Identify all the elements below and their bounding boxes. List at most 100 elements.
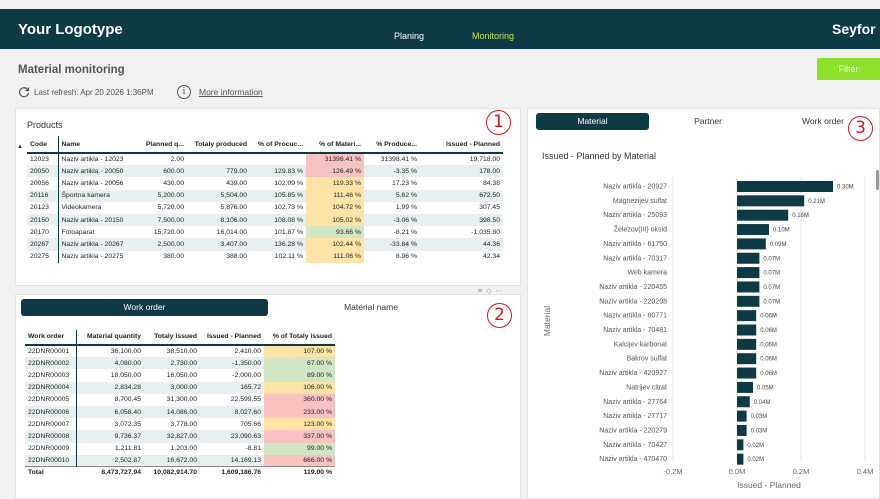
category-label: Naziv artikla - 61750 (603, 241, 667, 248)
table-row[interactable]: 20116 Športna kamera 5,200.00 5,504.00 105.8… (27, 189, 503, 202)
category-label: Magnezijev sulfat (613, 198, 667, 205)
tab-material-name[interactable]: Material name (316, 299, 426, 316)
col-header-pct-totaly-issued[interactable]: % of Totaly issued (264, 330, 335, 346)
bar (737, 396, 750, 408)
table-cell: -1,350.00 (200, 357, 264, 370)
table-cell: 89.00 % (264, 369, 335, 382)
data-label: 0.06M (760, 328, 777, 334)
chart-scrollbar[interactable] (876, 170, 879, 190)
table-row[interactable]: 20150 Naziv artikla - 20150 7,500.00 8,106.… (27, 213, 503, 227)
table-cell: 107.00 % (264, 345, 335, 358)
table-row[interactable]: 22DNR00002 4,080.00 2,730.00 -1,350.00 67.00… (25, 357, 335, 370)
table-cell: 8,700.45 (114, 396, 141, 404)
table-cell (187, 153, 250, 165)
col-header-pct-produce[interactable]: % Produce... (364, 136, 420, 154)
table-cell: 38,510.00 (166, 348, 197, 356)
table-row[interactable]: 20056 Naziv artikla - 20056 430.00 439.00 10… (27, 177, 503, 190)
filter-button[interactable]: Filter (817, 58, 880, 80)
products-table: Code Name Planned q... Totaly produced %… (27, 136, 503, 263)
table-row[interactable]: 22DNR00008 9,736.37 32,827.00 23,090.63 337.… (25, 430, 335, 443)
table-row[interactable]: 22DNR00001 36,100.00 38,510.00 2,410.00 107.… (25, 345, 335, 358)
tab-work-order[interactable]: Work order (21, 299, 268, 316)
col-header-issued-planned[interactable]: Issued - Planned (200, 330, 264, 346)
table-row[interactable]: 20123 Videokamera 5,720.00 5,876.00 102.73 %… (27, 201, 503, 214)
table-row[interactable]: 20267 Naziv artikla - 20267 2,500.00 3,407.… (27, 238, 503, 251)
table-cell: 104.72 % (306, 201, 364, 214)
data-label: 0.07M (763, 256, 780, 262)
table-cell: -1,035.80 (471, 228, 500, 236)
table-cell: 17.23 % (392, 179, 417, 187)
data-label: 0.06M (760, 314, 777, 320)
data-label: 0.16M (792, 213, 809, 219)
total-cell: Total (25, 466, 76, 478)
bar (737, 209, 789, 221)
sort-ascending-icon[interactable]: ▲ (17, 144, 23, 150)
data-label: 0.06M (760, 357, 777, 363)
table-cell: 20275 (27, 250, 59, 263)
table-cell: 7,500.00 (137, 213, 187, 227)
bar (737, 439, 744, 451)
table-row[interactable]: 22DNR00006 6,058.40 14,086.00 8,027.60 233.0… (25, 405, 335, 419)
table-cell: 8,027.60 (200, 405, 264, 419)
col-header-work-order[interactable]: Work order (25, 330, 77, 346)
nav-monitoring[interactable]: Monitoring (472, 31, 514, 41)
col-header-issued-planned[interactable]: Issued - Planned (420, 136, 503, 154)
table-cell: 6,058.40 (76, 405, 144, 419)
table-cell: 101.87 % (274, 228, 303, 236)
table-row[interactable]: 22DNR00007 3,072.35 3,778.00 705.66 123.00 % (25, 418, 335, 431)
table-cell: 9,736.37 (76, 430, 144, 443)
table-cell: 15,720.00 (153, 228, 184, 236)
table-row[interactable]: 12023 Naziv artikla - 12023 2.00 31398.41 %… (27, 153, 503, 166)
table-cell: -2,000.00 (232, 371, 261, 379)
col-header-material-quantity[interactable]: Material quantity (76, 330, 144, 346)
col-header-totaly-produced[interactable]: Totaly produced (187, 136, 250, 154)
total-cell: 10,082,914.70 (144, 466, 200, 478)
data-label: 0.10M (773, 228, 790, 234)
table-cell: 20116 (27, 189, 59, 202)
table-cell: Naziv artikla - 20056 (61, 179, 124, 187)
logo: Your Logotype (18, 21, 123, 38)
table-cell: 360.00 % (264, 393, 335, 406)
bar (737, 252, 760, 264)
col-header-code[interactable]: Code (27, 136, 59, 154)
table-row[interactable]: 20050 Naziv artikla - 20050 600.00 779.00 12… (27, 165, 503, 178)
table-row[interactable]: 20170 Fotoaparat 15,720.00 16,014.00 101.87 … (27, 226, 503, 239)
refresh-icon[interactable] (18, 86, 30, 98)
table-cell: 42.34 (482, 253, 500, 261)
table-cell: 14,086.00 (144, 405, 200, 419)
col-header-pct-material[interactable]: % of Materi... (306, 136, 364, 154)
more-information-link[interactable]: More information (199, 87, 263, 97)
tab-material[interactable]: Material (536, 113, 649, 130)
x-tick-label: 0.2M (793, 467, 810, 476)
bar (737, 324, 757, 336)
col-header-pct-produced[interactable]: % of Procuc... (250, 136, 306, 154)
info-icon[interactable]: i (177, 85, 191, 99)
table-row[interactable]: 22DNR00004 2,834.28 3,000.00 165.72 106.00 % (25, 381, 335, 394)
col-header-planned[interactable]: Planned q... (137, 136, 187, 154)
table-cell: 16,014.00 (216, 228, 247, 236)
table-row[interactable]: 20275 Naziv artikla - 20275 380.00 388.00 10… (27, 250, 503, 263)
nav-planing[interactable]: Planing (394, 31, 424, 41)
brand-logo: Seyfor (832, 21, 876, 37)
table-cell: 178.00 (420, 165, 503, 178)
col-header-totaly-issued[interactable]: Totaly issued (144, 330, 200, 346)
table-cell: 105.85 % (250, 189, 306, 202)
table-row[interactable]: 22DNR00005 8,700.45 31,300.00 22,599.55 360.… (25, 393, 335, 406)
data-label: 0.21M (808, 199, 825, 205)
bar-chart: Naziv artikla - 20927 0.30M Magnezijev sul… (542, 177, 873, 490)
table-row[interactable]: 22DNR00003 18,050.00 16,050.00 -2,000.00 89.… (25, 369, 335, 382)
table-cell: 22DNR00005 (25, 393, 77, 406)
tab-partner[interactable]: Partner (678, 113, 738, 130)
table-row[interactable]: 22DNR00009 1,211.81 1,203.00 -8.81 99.00 % (25, 442, 335, 455)
table-cell: Naziv artikla - 20275 (61, 253, 124, 261)
category-label: Kalcijev karbonat (614, 341, 667, 348)
bar (737, 267, 760, 279)
table-cell: 672.50 (420, 189, 503, 202)
category-label: Naziv artikla - 70481 (603, 327, 667, 334)
table-row[interactable]: 22DNR00010 2,502.87 16,672.00 14,169.13 666.… (25, 454, 335, 467)
table-cell: 22DNR00006 (25, 405, 77, 419)
table-cell: 5.62 % (364, 189, 420, 202)
table-cell: 165.72 (200, 381, 264, 394)
table-cell: 3,778.00 (170, 420, 197, 428)
col-header-name[interactable]: Name (58, 136, 137, 154)
